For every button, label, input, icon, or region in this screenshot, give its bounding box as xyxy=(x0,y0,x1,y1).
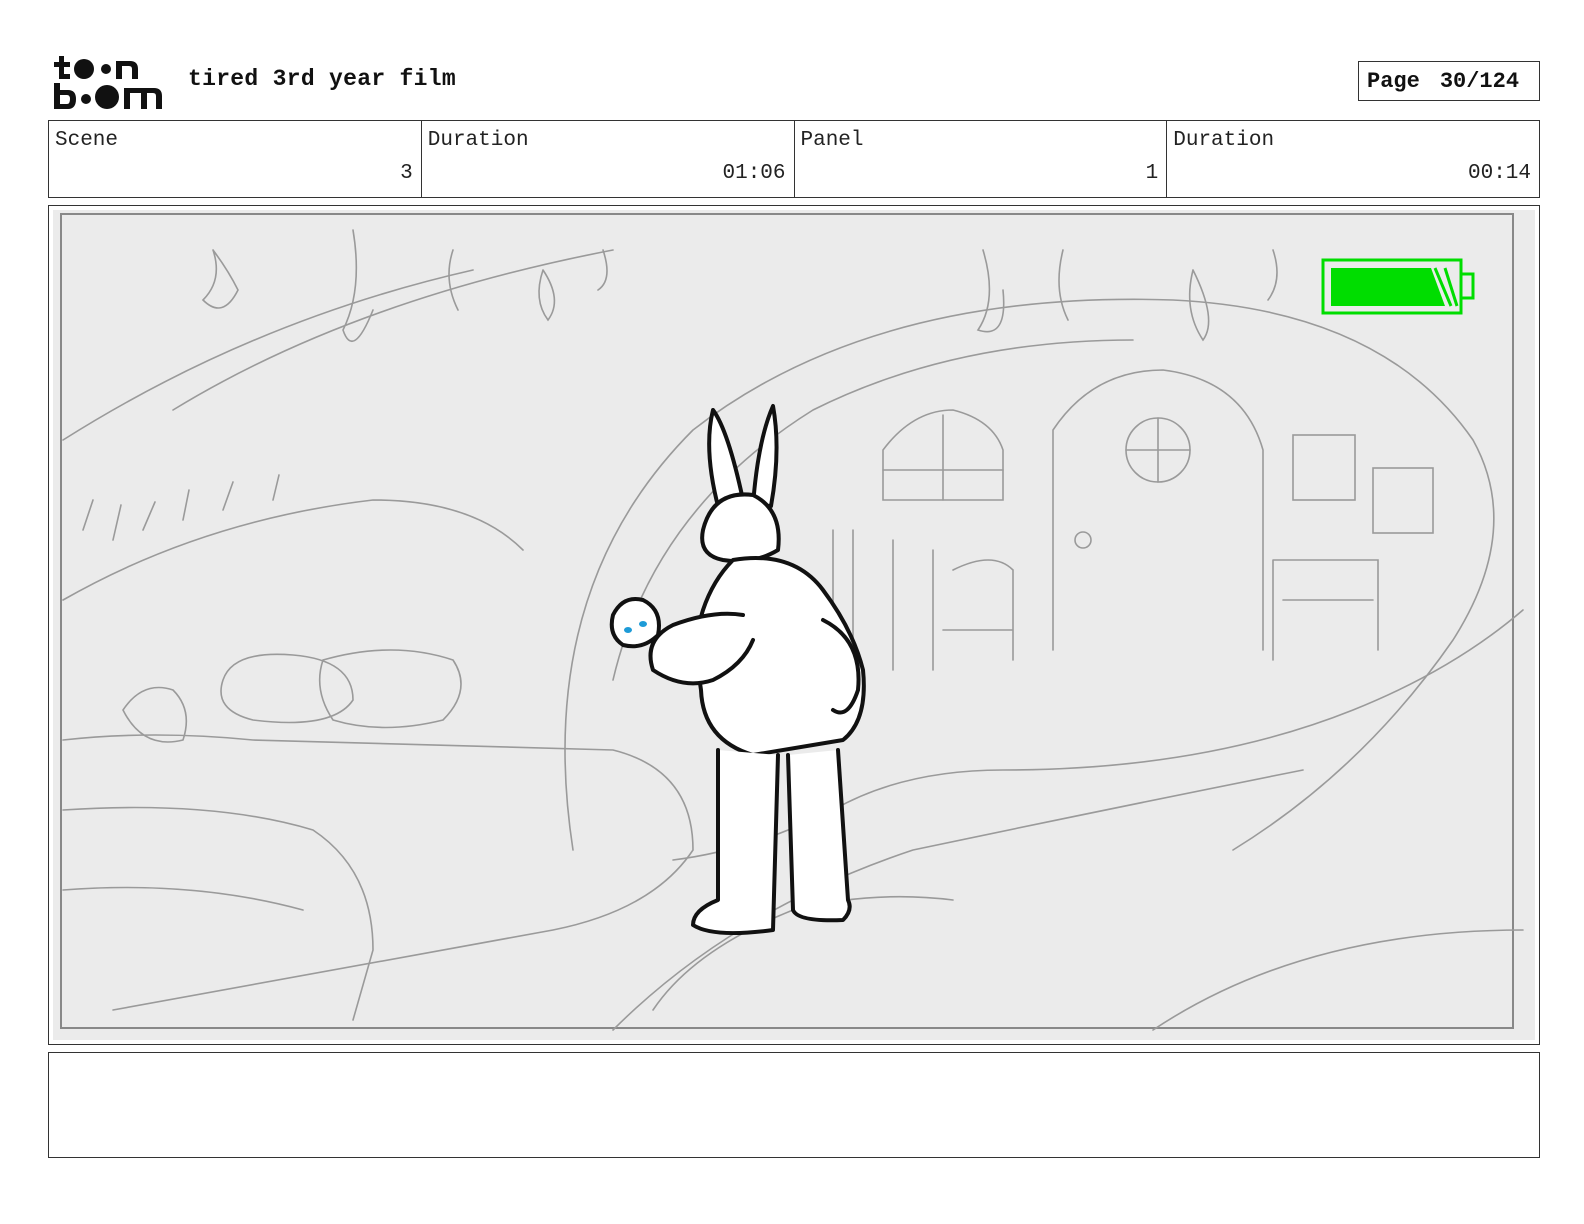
scene-cell: Scene 3 xyxy=(49,121,422,197)
scene-value: 3 xyxy=(400,162,413,185)
scene-info-table: Scene 3 Duration 01:06 Panel 1 Duration … xyxy=(48,120,1540,198)
scene-duration-cell: Duration 01:06 xyxy=(422,121,795,197)
page-number: 30/124 xyxy=(1439,68,1520,94)
panel-duration-cell: Duration 00:14 xyxy=(1167,121,1539,197)
page-indicator: Page 30/124 xyxy=(1358,61,1540,101)
project-title: tired 3rd year film xyxy=(188,66,456,92)
panel-label: Panel xyxy=(800,129,864,152)
panel-sketch xyxy=(53,210,1535,1040)
storyboard-panel xyxy=(48,205,1540,1045)
scene-duration-value: 01:06 xyxy=(722,162,786,185)
panel-duration-value: 00:14 xyxy=(1467,162,1531,185)
page-label: Page xyxy=(1367,68,1420,94)
panel-notes-box xyxy=(48,1052,1540,1158)
scene-duration-label: Duration xyxy=(427,129,529,152)
toon-boom-logo xyxy=(54,56,162,109)
panel-cell: Panel 1 xyxy=(795,121,1168,197)
panel-value: 1 xyxy=(1145,162,1159,185)
panel-duration-label: Duration xyxy=(1173,129,1275,152)
scene-label: Scene xyxy=(55,129,119,152)
